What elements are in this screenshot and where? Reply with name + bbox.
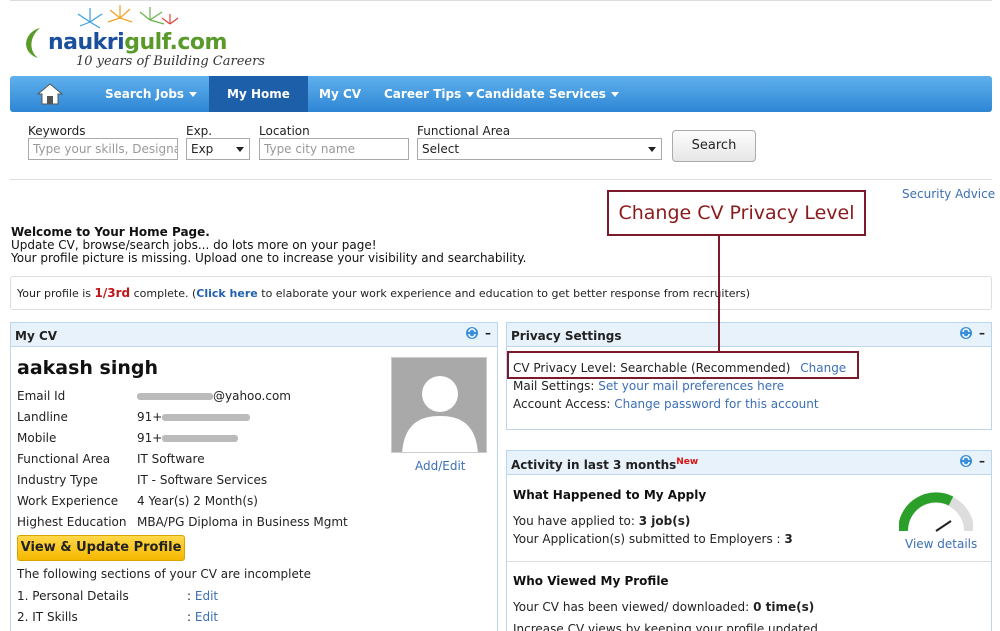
change-password-link[interactable]: Change password for this account — [614, 397, 818, 411]
location-label: Location — [259, 124, 310, 138]
view-update-profile-button[interactable]: View & Update Profile — [17, 535, 185, 561]
keywords-label: Keywords — [28, 124, 86, 138]
callout-annotation: Change CV Privacy Level — [607, 190, 866, 236]
nav-search-jobs[interactable]: Search Jobs — [105, 76, 198, 112]
edit-link[interactable]: Edit — [195, 610, 218, 624]
viewed-heading: Who Viewed My Profile — [513, 574, 669, 588]
incomplete-sections-text: The following sections of your CV are in… — [17, 567, 311, 581]
add-edit-photo-link[interactable]: Add/Edit — [415, 459, 466, 473]
chevron-down-icon — [648, 147, 656, 152]
apply-heading: What Happened to My Apply — [513, 488, 707, 502]
nav-candidate-services[interactable]: Candidate Services — [476, 76, 619, 112]
welcome-line-2: Your profile picture is missing. Upload … — [11, 251, 527, 265]
logo-tagline: 10 years of Building Careers — [76, 54, 265, 69]
minimize-icon[interactable]: – — [979, 454, 985, 468]
refresh-icon[interactable] — [959, 326, 973, 340]
nav-my-cv[interactable]: My CV — [319, 76, 361, 112]
chevron-down-icon — [610, 92, 619, 97]
chevron-down-icon — [189, 92, 198, 97]
main-nav: Search Jobs My Home My CV Career Tips Ca… — [10, 76, 992, 112]
cv-row-highest-education: Highest Education MBA/PG Diploma in Busin… — [17, 515, 348, 529]
security-advice-link[interactable]: Security Advice — [902, 187, 995, 201]
chevron-down-icon — [466, 92, 475, 97]
callout-connector — [718, 236, 720, 352]
mail-settings-row: Mail Settings: Set your mail preferences… — [513, 379, 785, 393]
mail-preferences-link[interactable]: Set your mail preferences here — [598, 379, 784, 393]
applied-row: You have applied to: 3 job(s) — [513, 514, 691, 528]
avatar[interactable] — [391, 357, 487, 453]
avatar-placeholder-icon — [392, 358, 486, 452]
location-input[interactable]: Type city name — [259, 138, 409, 160]
functional-area-select[interactable]: Select — [417, 138, 662, 160]
search-button[interactable]: Search — [672, 130, 756, 162]
exp-select[interactable]: Exp — [186, 138, 250, 160]
minimize-icon[interactable]: – — [485, 326, 491, 340]
minimize-icon[interactable]: – — [979, 326, 985, 340]
top-divider — [10, 0, 992, 1]
my-cv-header: My CV – — [11, 323, 497, 347]
submitted-row: Your Application(s) submitted to Employe… — [513, 532, 793, 546]
nav-my-home[interactable]: My Home — [209, 76, 308, 112]
click-here-link[interactable]: Click here — [196, 287, 257, 300]
cv-row-functional-area: Functional Area IT Software — [17, 452, 205, 466]
refresh-icon[interactable] — [959, 454, 973, 468]
search-bar: Keywords Type your skills, Designation E… — [10, 112, 992, 180]
my-cv-panel: My CV – aakash singh Email Id @yahoo.com … — [10, 322, 498, 631]
profile-completion-notice: Your profile is 1/3rd complete. (Click h… — [10, 276, 992, 310]
nav-career-tips[interactable]: Career Tips — [384, 76, 475, 112]
cv-row-email: Email Id @yahoo.com — [17, 389, 291, 403]
new-badge: New — [676, 457, 699, 467]
cv-row-landline: Landline 91+ — [17, 410, 251, 424]
refresh-icon[interactable] — [465, 326, 479, 340]
view-details-link[interactable]: View details — [905, 537, 977, 551]
privacy-settings-header: Privacy Settings – — [507, 323, 991, 347]
welcome-text: Welcome to Your Home Page. Update CV, br… — [11, 226, 526, 265]
cv-row-mobile: Mobile 91+ — [17, 431, 239, 445]
cv-row-work-experience: Work Experience 4 Year(s) 2 Month(s) — [17, 494, 258, 508]
activity-header: Activity in last 3 monthsNew – — [507, 451, 991, 475]
cv-row-industry-type: Industry Type IT - Software Services — [17, 473, 268, 487]
activity-panel: Activity in last 3 monthsNew – What Happ… — [506, 450, 992, 631]
account-access-row: Account Access: Change password for this… — [513, 397, 819, 411]
change-privacy-link[interactable]: Change — [800, 361, 846, 375]
logo-text: naukrigulf.com — [48, 30, 227, 55]
chevron-down-icon — [236, 147, 244, 152]
functional-area-label: Functional Area — [417, 124, 511, 138]
keywords-input[interactable]: Type your skills, Designation — [28, 138, 178, 160]
completion-fraction: 1/3rd — [94, 286, 131, 300]
cv-privacy-level-row: CV Privacy Level: Searchable (Recommende… — [513, 361, 847, 375]
exp-label: Exp. — [186, 124, 213, 138]
gauge-icon — [899, 492, 973, 532]
increase-views-text: Increase CV views by keeping your profil… — [513, 622, 818, 631]
site-logo[interactable]: naukrigulf.com 10 years of Building Care… — [18, 4, 268, 74]
edit-link[interactable]: Edit — [195, 589, 218, 603]
activity-divider — [507, 561, 991, 562]
viewed-row: Your CV has been viewed/ downloaded: 0 t… — [513, 600, 815, 614]
incomplete-section-row: 1. Personal Details: Edit — [17, 589, 219, 603]
privacy-settings-panel: Privacy Settings – CV Privacy Level: Sea… — [506, 322, 992, 430]
candidate-name: aakash singh — [17, 357, 159, 379]
home-icon[interactable] — [36, 82, 64, 106]
incomplete-section-row: 2. IT Skills: Edit — [17, 610, 219, 624]
